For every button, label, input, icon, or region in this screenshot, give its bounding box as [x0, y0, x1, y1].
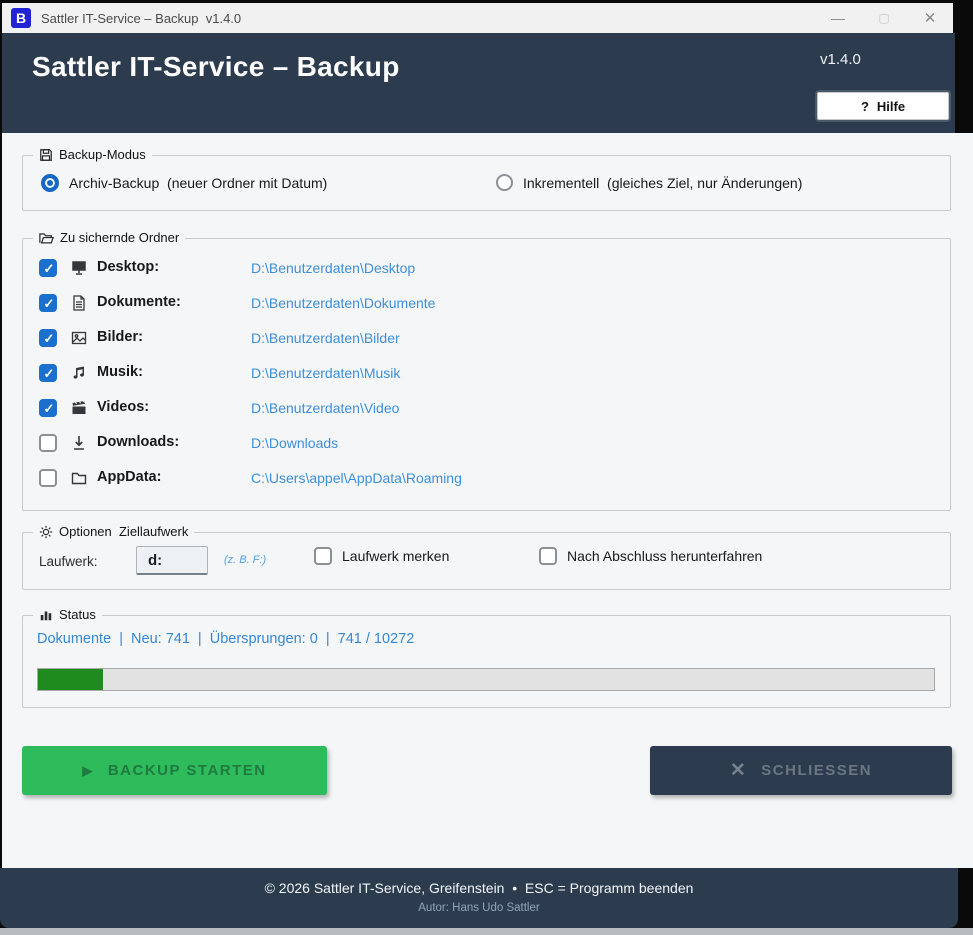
- folder-label: Downloads:: [97, 434, 180, 450]
- picture-icon: [71, 330, 87, 346]
- group-folders-legend: Zu sichernde Ordner: [33, 230, 186, 245]
- folder-label: AppData:: [97, 469, 162, 485]
- copyright-text: © 2026 Sattler IT-Service, Greifenstein …: [264, 880, 694, 896]
- radio-label: Inkrementell (gleiches Ziel, nur Änderun…: [523, 174, 803, 191]
- app-icon: B: [11, 8, 31, 28]
- folder-path: C:\Users\appel\AppData\Roaming: [251, 470, 462, 486]
- question-icon: ?: [860, 98, 869, 114]
- play-icon: ▶: [82, 762, 94, 778]
- folder-checkbox[interactable]: [39, 329, 57, 347]
- video-icon: [71, 400, 87, 416]
- version-label: v1.4.0: [820, 51, 861, 68]
- shutdown-option[interactable]: Nach Abschluss herunterfahren: [539, 547, 762, 565]
- drive-input[interactable]: [136, 546, 208, 575]
- x-icon: ✕: [729, 760, 748, 781]
- footer: © 2026 Sattler IT-Service, Greifenstein …: [0, 868, 958, 928]
- folder-checkbox[interactable]: [39, 469, 57, 487]
- group-options: Optionen Ziellaufwerk Laufwerk: (z. B. F…: [22, 524, 951, 590]
- drive-label: Laufwerk:: [39, 554, 98, 569]
- titlebar: B Sattler IT-Service – Backup v1.4.0 — ▢…: [2, 3, 953, 33]
- group-label: Status: [59, 607, 96, 622]
- download-icon: [71, 435, 87, 451]
- group-options-legend: Optionen Ziellaufwerk: [33, 524, 195, 539]
- app-window: B Sattler IT-Service – Backup v1.4.0 — ▢…: [0, 0, 973, 935]
- help-button-label: Hilfe: [876, 98, 906, 114]
- backup-start-button[interactable]: ▶ BACKUP STARTEN: [22, 746, 327, 795]
- close-app-button[interactable]: ✕ SCHLIESSEN: [650, 746, 952, 795]
- minimize-icon[interactable]: —: [815, 3, 861, 33]
- close-app-label: SCHLIESSEN: [761, 762, 873, 779]
- folder-label: Musik:: [97, 364, 143, 380]
- folder-checkbox[interactable]: [39, 399, 57, 417]
- author-text: Autor: Hans Udo Sattler: [418, 902, 540, 914]
- folder-checkbox[interactable]: [39, 259, 57, 277]
- group-label: Zu sichernde Ordner: [60, 230, 180, 245]
- header: Sattler IT-Service – Backup v1.4.0 ? Hil…: [2, 33, 955, 133]
- folder-path: D:\Benutzerdaten\Desktop: [251, 260, 416, 276]
- folder-row-bilder: Bilder: D:\Benutzerdaten\Bilder: [23, 321, 950, 356]
- folder-label: Dokumente:: [97, 294, 181, 310]
- help-button[interactable]: ? Hilfe: [817, 92, 949, 120]
- folder-icon: [71, 470, 87, 486]
- page-title: Sattler IT-Service – Backup: [32, 51, 400, 82]
- maximize-icon[interactable]: ▢: [861, 3, 907, 33]
- group-backup-mode: Backup-Modus Archiv-Backup (neuer Ordner…: [22, 147, 951, 211]
- group-label: Backup-Modus: [59, 147, 146, 162]
- folder-row-downloads: Downloads: D:\Downloads: [23, 426, 950, 461]
- document-icon: [71, 295, 87, 311]
- radio-label: Archiv-Backup (neuer Ordner mit Datum): [69, 175, 328, 191]
- folder-checkbox[interactable]: [39, 294, 57, 312]
- drive-hint: (z. B. F:): [224, 554, 267, 566]
- folder-label: Bilder:: [97, 329, 143, 345]
- folder-row-desktop: Desktop: D:\Benutzerdaten\Desktop: [23, 251, 950, 286]
- bottom-strip: [0, 928, 973, 935]
- group-status: Status Dokumente | Neu: 741 | Übersprung…: [22, 607, 951, 708]
- desktop-icon: [71, 260, 87, 276]
- floppy-icon: [40, 148, 52, 161]
- remember-drive-option[interactable]: Laufwerk merken: [314, 547, 449, 565]
- music-icon: [71, 365, 87, 381]
- close-icon[interactable]: ✕: [907, 3, 953, 33]
- radio-icon: [41, 174, 59, 192]
- folder-path: D:\Downloads: [251, 435, 339, 451]
- progress-bar: [37, 668, 935, 691]
- status-text: Dokumente | Neu: 741 | Übersprungen: 0 |…: [37, 631, 415, 647]
- chart-icon: [40, 611, 52, 620]
- backup-start-label: BACKUP STARTEN: [107, 762, 267, 779]
- folder-row-dokumente: Dokumente: D:\Benutzerdaten\Dokumente: [23, 286, 950, 321]
- checkbox-label: Laufwerk merken: [342, 548, 450, 564]
- folder-row-appdata: AppData: C:\Users\appel\AppData\Roaming: [23, 461, 950, 496]
- folder-checkbox[interactable]: [39, 364, 57, 382]
- window-controls: — ▢ ✕: [815, 3, 953, 33]
- gear-icon: [39, 525, 53, 538]
- group-status-legend: Status: [33, 607, 102, 622]
- folder-path: D:\Benutzerdaten\Bilder: [251, 330, 400, 346]
- remember-drive-checkbox[interactable]: [314, 547, 332, 565]
- window-title: Sattler IT-Service – Backup v1.4.0: [41, 10, 242, 26]
- radio-archiv-backup[interactable]: Archiv-Backup (neuer Ordner mit Datum): [41, 174, 327, 192]
- group-backup-mode-legend: Backup-Modus: [33, 147, 152, 162]
- progress-fill: [38, 669, 103, 690]
- radio-icon: [496, 174, 513, 191]
- folder-path: D:\Benutzerdaten\Video: [251, 400, 400, 416]
- group-folders: Zu sichernde Ordner Desktop: D:\Benutzer…: [22, 230, 951, 511]
- folder-label: Videos:: [97, 399, 150, 415]
- folder-path: D:\Benutzerdaten\Dokumente: [251, 295, 436, 311]
- radio-inkrementell[interactable]: Inkrementell (gleiches Ziel, nur Änderun…: [496, 174, 802, 191]
- checkbox-label: Nach Abschluss herunterfahren: [567, 548, 763, 564]
- shutdown-checkbox[interactable]: [539, 547, 557, 565]
- folder-label: Desktop:: [97, 259, 160, 275]
- folder-open-icon: [39, 232, 54, 243]
- folder-path: D:\Benutzerdaten\Musik: [251, 365, 401, 381]
- group-label: Optionen Ziellaufwerk: [59, 524, 189, 539]
- folder-checkbox[interactable]: [39, 434, 57, 452]
- folder-row-musik: Musik: D:\Benutzerdaten\Musik: [23, 356, 950, 391]
- folder-row-videos: Videos: D:\Benutzerdaten\Video: [23, 391, 950, 426]
